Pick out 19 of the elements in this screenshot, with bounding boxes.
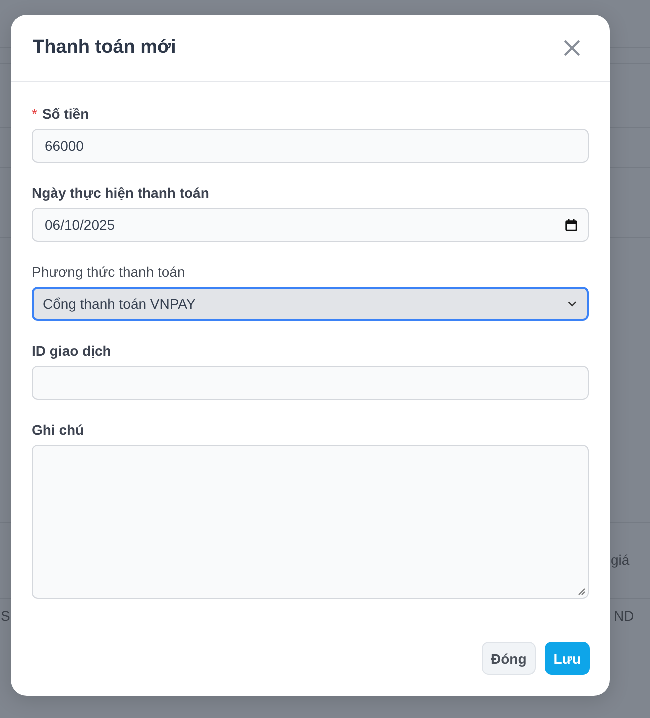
- chevron-down-icon: [568, 301, 577, 307]
- calendar-icon[interactable]: [565, 218, 578, 232]
- input-field[interactable]: 66000: [32, 129, 589, 163]
- date-field[interactable]: 06/10/2025: [32, 208, 589, 242]
- dialog-title: Thanh toán mới: [33, 37, 176, 59]
- background-text: giá: [611, 552, 630, 568]
- background-text: S: [1, 608, 10, 624]
- field-label: Phương thức thanh toán: [32, 264, 186, 280]
- background-text: ND: [614, 608, 634, 624]
- close-dialog-button[interactable]: Đóng: [482, 642, 536, 675]
- field-label: ID giao dịch: [32, 343, 112, 359]
- required-asterisk: *: [32, 106, 38, 122]
- input-field[interactable]: [32, 366, 589, 400]
- field-label: Ngày thực hiện thanh toán: [32, 185, 210, 201]
- field-label: Số tiền: [42, 106, 90, 122]
- field-label: Ghi chú: [32, 422, 84, 438]
- textarea-field[interactable]: [32, 445, 589, 599]
- dropdown[interactable]: Cổng thanh toán VNPAY: [32, 287, 589, 321]
- resize-handle-icon[interactable]: [578, 588, 586, 596]
